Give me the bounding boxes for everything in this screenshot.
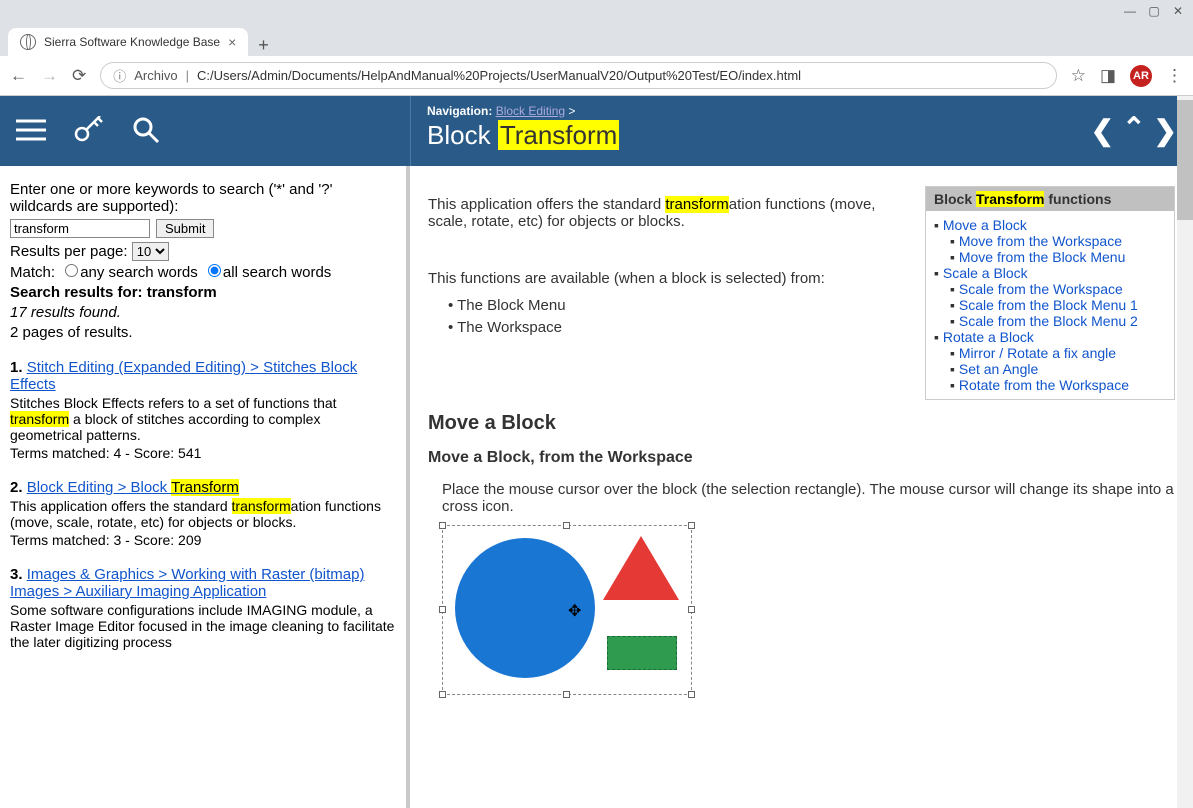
page-title: Block Transform [427, 120, 1177, 151]
toc-link[interactable]: Move from the Block Menu [959, 249, 1126, 265]
block-diagram: ✥ [442, 525, 692, 695]
back-button[interactable]: ← [10, 66, 27, 86]
vertical-scrollbar[interactable] [1177, 96, 1193, 808]
move-cursor-icon: ✥ [568, 601, 581, 621]
profile-avatar[interactable]: AR [1130, 65, 1152, 87]
window-close[interactable]: ✕ [1171, 4, 1185, 18]
extension-icon[interactable]: ◨ [1100, 66, 1116, 86]
subsection-heading: Move a Block, from the Workspace [428, 449, 1175, 467]
match-label: Match: [10, 264, 55, 281]
key-icon[interactable] [74, 116, 104, 147]
bookmark-star-icon[interactable]: ☆ [1071, 66, 1086, 86]
rpp-label: Results per page: [10, 243, 128, 260]
search-result: 1. Stitch Editing (Expanded Editing) > S… [10, 359, 396, 461]
search-input[interactable] [10, 219, 150, 238]
toc-link[interactable]: Rotate a Block [943, 329, 1034, 345]
toc-link[interactable]: Scale a Block [943, 265, 1028, 281]
search-icon[interactable] [132, 116, 160, 147]
triangle-shape [603, 536, 679, 600]
results-per-page-select[interactable]: 10 [132, 242, 169, 261]
new-tab-button[interactable]: + [248, 35, 279, 56]
toc-box: Block Transform functions ▪ Move a Block… [925, 186, 1175, 400]
hamburger-icon[interactable] [16, 118, 46, 145]
site-info-icon[interactable]: ⓘ [113, 66, 126, 85]
search-instructions: Enter one or more keywords to search ('*… [10, 181, 396, 215]
forward-button[interactable]: → [41, 66, 58, 86]
result-link[interactable]: Stitch Editing (Expanded Editing) > Stit… [10, 359, 357, 393]
tab-title: Sierra Software Knowledge Base [44, 35, 220, 49]
app-header: Navigation: Block Editing > Block Transf… [0, 96, 1193, 166]
result-link[interactable]: Images & Graphics > Working with Raster … [10, 566, 364, 600]
result-link[interactable]: Block Editing > Block Transform [27, 479, 239, 496]
window-minimize[interactable]: — [1123, 4, 1137, 18]
search-result: 2. Block Editing > Block Transform This … [10, 479, 396, 548]
toc-link[interactable]: Move a Block [943, 217, 1027, 233]
match-all-radio[interactable] [208, 264, 221, 277]
menu-dots-icon[interactable]: ⋮ [1166, 66, 1183, 86]
submit-button[interactable]: Submit [156, 219, 214, 238]
toc-link[interactable]: Move from the Workspace [959, 233, 1122, 249]
toc-link[interactable]: Mirror / Rotate a fix angle [959, 345, 1116, 361]
reload-button[interactable]: ⟳ [72, 66, 86, 86]
nav-prev-icon[interactable]: ❮ [1091, 114, 1114, 147]
toc-link[interactable]: Scale from the Block Menu 2 [959, 313, 1138, 329]
nav-up-icon[interactable]: ⌃ [1122, 111, 1145, 144]
content-pane: Block Transform functions ▪ Move a Block… [410, 166, 1193, 808]
results-header: Search results for: transform [10, 284, 396, 301]
breadcrumb-link[interactable]: Block Editing [496, 104, 565, 118]
toc-link[interactable]: Set an Angle [959, 361, 1038, 377]
search-sidebar: Enter one or more keywords to search ('*… [0, 166, 410, 808]
address-bar[interactable]: ⓘ Archivo | C:/Users/Admin/Documents/Hel… [100, 62, 1056, 89]
section-heading: Move a Block [428, 412, 1175, 435]
tab-close-icon[interactable]: × [228, 34, 236, 50]
toc-link[interactable]: Scale from the Block Menu 1 [959, 297, 1138, 313]
search-result: 3. Images & Graphics > Working with Rast… [10, 566, 396, 650]
url-text: C:/Users/Admin/Documents/HelpAndManual%2… [197, 68, 801, 83]
toc-link[interactable]: Rotate from the Workspace [959, 377, 1129, 393]
pages-info: 2 pages of results. [10, 324, 396, 341]
results-count: 17 results found. [10, 304, 396, 321]
window-maximize[interactable]: ▢ [1147, 4, 1161, 18]
breadcrumb: Navigation: Block Editing > [427, 104, 1177, 118]
url-label: Archivo [134, 68, 177, 83]
nav-next-icon[interactable]: ❯ [1154, 114, 1177, 147]
browser-chrome: — ▢ ✕ Sierra Software Knowledge Base × +… [0, 0, 1193, 96]
instruction-text: Place the mouse cursor over the block (t… [428, 481, 1175, 515]
globe-icon [20, 34, 36, 50]
toc-link[interactable]: Scale from the Workspace [959, 281, 1123, 297]
rectangle-shape [607, 636, 677, 670]
match-any-radio[interactable] [65, 264, 78, 277]
browser-tab[interactable]: Sierra Software Knowledge Base × [8, 28, 248, 56]
